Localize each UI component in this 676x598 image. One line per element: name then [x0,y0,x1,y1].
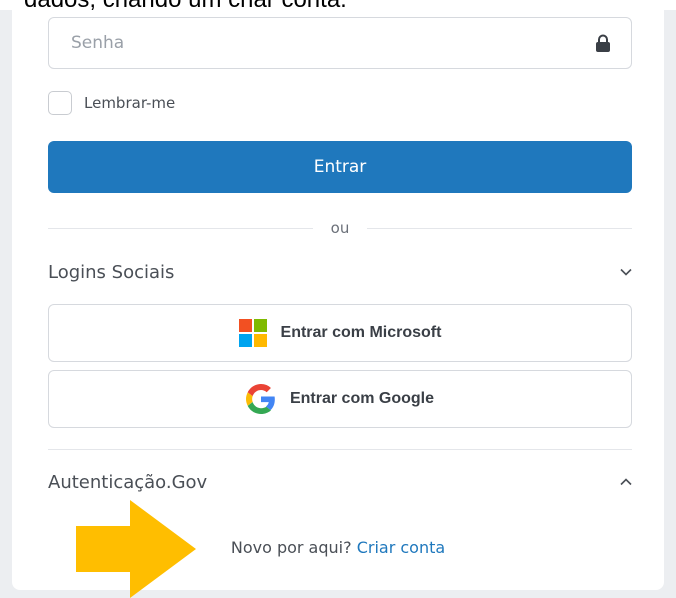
lock-icon [596,34,610,52]
signup-text: Novo por aqui? [230,538,352,557]
gov-auth-title: Autenticação.Gov [48,471,208,493]
google-logo-icon [245,384,275,414]
or-text: ou [330,219,350,237]
password-field[interactable] [48,17,632,69]
remember-me-checkbox[interactable] [48,91,72,115]
section-separator [48,449,632,450]
google-login-label: Entrar com Google [289,390,435,407]
divider-line-left [48,227,313,229]
remember-me-label: Lembrar-me [84,94,176,112]
microsoft-login-label: Entrar com Microsoft [280,324,442,341]
microsoft-logo-icon [238,319,267,347]
login-button[interactable]: Entrar [48,141,632,193]
microsoft-login-button[interactable]: Entrar com Microsoft [48,304,632,362]
remember-me-row[interactable]: Lembrar-me [48,91,175,115]
social-logins-title: Logins Sociais [48,261,175,283]
google-login-button[interactable]: Entrar com Google [48,370,632,428]
chevron-down-icon [620,268,632,276]
create-account-link[interactable]: Criar conta [357,538,445,557]
divider-line-right [367,227,632,229]
or-divider: ou [48,218,632,238]
arrow-right-icon [76,500,196,598]
password-input[interactable] [69,32,595,54]
chevron-up-icon [620,478,632,486]
social-logins-toggle[interactable]: Logins Sociais [48,257,632,287]
gov-auth-toggle[interactable]: Autenticação.Gov [48,467,632,497]
